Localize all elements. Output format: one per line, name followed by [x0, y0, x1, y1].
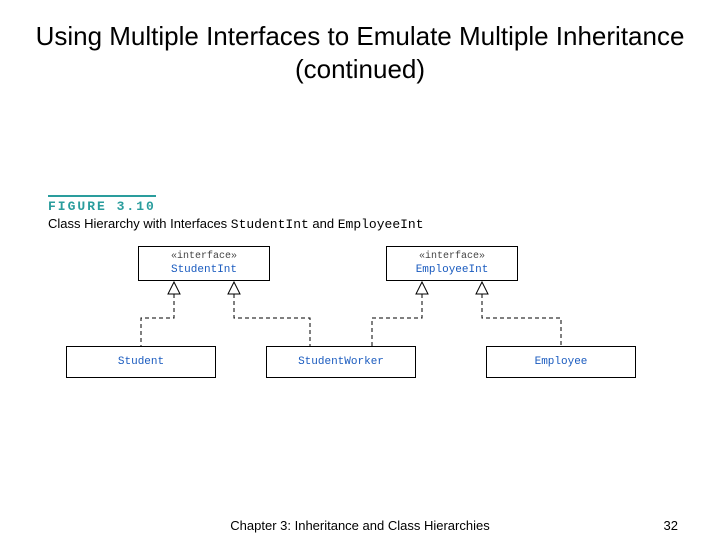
footer-chapter: Chapter 3: Inheritance and Class Hierarc… — [0, 518, 720, 533]
figure-block: FIGURE 3.10 Class Hierarchy with Interfa… — [48, 195, 668, 406]
class-box-employee: Employee — [486, 346, 636, 378]
interface-name: StudentInt — [145, 263, 263, 277]
stereotype-label: «interface» — [393, 250, 511, 263]
stereotype-label: «interface» — [145, 250, 263, 263]
realization-line — [141, 294, 174, 346]
arrowhead-icon — [476, 282, 488, 294]
slide-title: Using Multiple Interfaces to Emulate Mul… — [0, 0, 720, 85]
figure-caption-prefix: Class Hierarchy with Interfaces — [48, 216, 231, 231]
realization-line — [372, 294, 422, 346]
arrowhead-icon — [228, 282, 240, 294]
class-box-student: Student — [66, 346, 216, 378]
figure-caption-code1: StudentInt — [231, 217, 309, 232]
figure-label: FIGURE 3.10 — [48, 195, 156, 214]
interface-box-studentint: «interface» StudentInt — [138, 246, 270, 281]
interface-name: EmployeeInt — [393, 263, 511, 277]
interface-box-employeeint: «interface» EmployeeInt — [386, 246, 518, 281]
class-box-studentworker: StudentWorker — [266, 346, 416, 378]
arrowhead-icon — [416, 282, 428, 294]
uml-diagram: «interface» StudentInt «interface» Emplo… — [48, 246, 668, 406]
figure-caption: Class Hierarchy with Interfaces StudentI… — [48, 216, 668, 232]
figure-caption-mid: and — [309, 216, 338, 231]
footer-page-number: 32 — [664, 518, 678, 533]
realization-line — [482, 294, 561, 346]
figure-caption-code2: EmployeeInt — [338, 217, 424, 232]
arrowhead-icon — [168, 282, 180, 294]
realization-line — [234, 294, 310, 346]
